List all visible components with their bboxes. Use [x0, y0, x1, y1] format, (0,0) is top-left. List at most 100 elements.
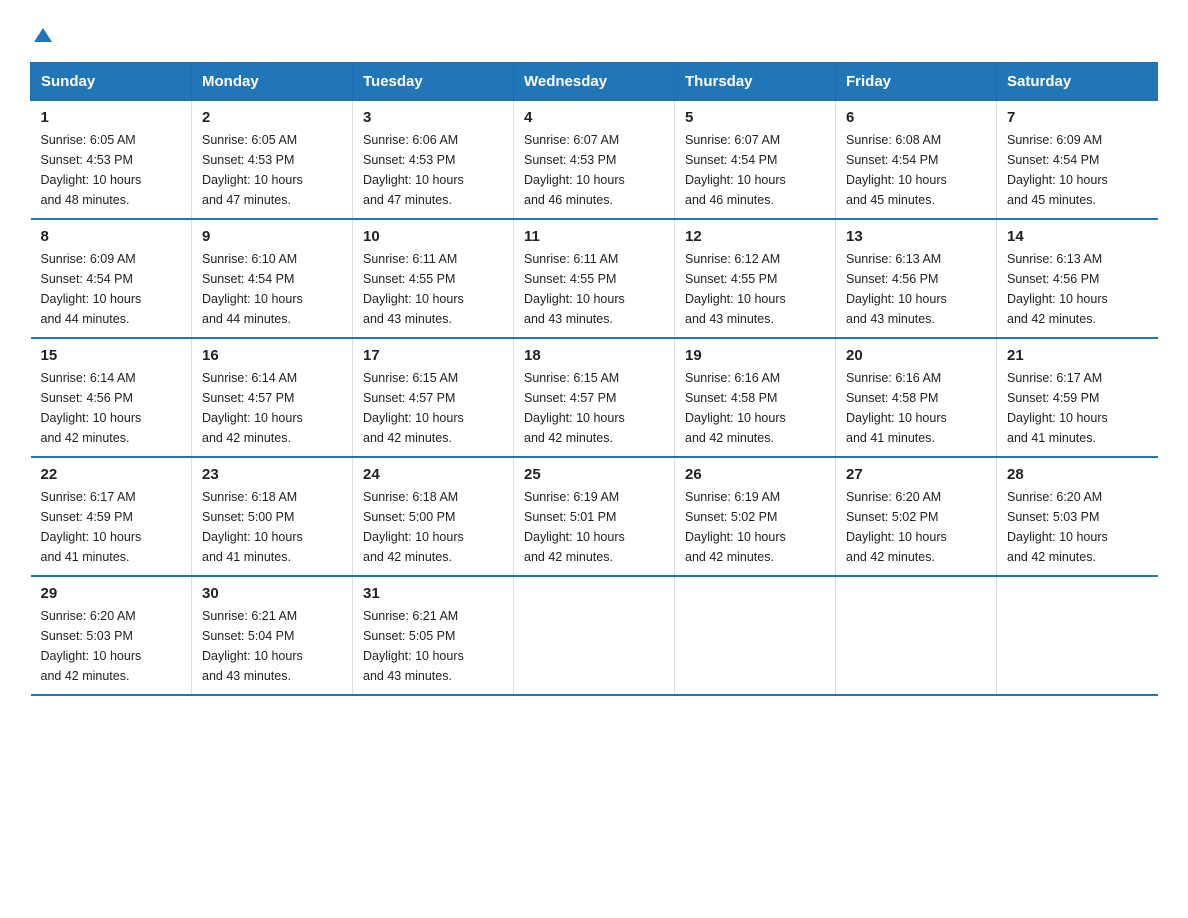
day-info: Sunrise: 6:15 AMSunset: 4:57 PMDaylight:… — [363, 368, 503, 448]
calendar-cell: 25 Sunrise: 6:19 AMSunset: 5:01 PMDayligh… — [514, 457, 675, 576]
day-info: Sunrise: 6:09 AMSunset: 4:54 PMDaylight:… — [1007, 130, 1148, 210]
calendar-week-row: 1 Sunrise: 6:05 AMSunset: 4:53 PMDaylight… — [31, 101, 1158, 220]
day-info: Sunrise: 6:05 AMSunset: 4:53 PMDaylight:… — [41, 130, 182, 210]
day-info: Sunrise: 6:14 AMSunset: 4:57 PMDaylight:… — [202, 368, 342, 448]
day-number: 2 — [202, 109, 342, 126]
day-info: Sunrise: 6:13 AMSunset: 4:56 PMDaylight:… — [846, 249, 986, 329]
logo — [30, 24, 54, 46]
calendar-cell — [675, 576, 836, 695]
calendar-cell: 20 Sunrise: 6:16 AMSunset: 4:58 PMDayligh… — [836, 338, 997, 457]
weekday-header-friday: Friday — [836, 63, 997, 101]
day-number: 23 — [202, 466, 342, 483]
weekday-header-saturday: Saturday — [997, 63, 1158, 101]
calendar-table: SundayMondayTuesdayWednesdayThursdayFrid… — [30, 62, 1158, 696]
calendar-cell: 10 Sunrise: 6:11 AMSunset: 4:55 PMDayligh… — [353, 219, 514, 338]
day-number: 27 — [846, 466, 986, 483]
day-number: 29 — [41, 585, 182, 602]
day-number: 5 — [685, 109, 825, 126]
weekday-header-monday: Monday — [192, 63, 353, 101]
day-info: Sunrise: 6:17 AMSunset: 4:59 PMDaylight:… — [1007, 368, 1148, 448]
day-number: 18 — [524, 347, 664, 364]
day-number: 20 — [846, 347, 986, 364]
day-info: Sunrise: 6:15 AMSunset: 4:57 PMDaylight:… — [524, 368, 664, 448]
calendar-cell: 29Sunrise: 6:20 AMSunset: 5:03 PMDayligh… — [31, 576, 192, 695]
day-info: Sunrise: 6:19 AMSunset: 5:01 PMDaylight:… — [524, 487, 664, 567]
calendar-cell: 11 Sunrise: 6:11 AMSunset: 4:55 PMDayligh… — [514, 219, 675, 338]
calendar-cell: 26 Sunrise: 6:19 AMSunset: 5:02 PMDayligh… — [675, 457, 836, 576]
day-number: 26 — [685, 466, 825, 483]
weekday-header-thursday: Thursday — [675, 63, 836, 101]
day-number: 13 — [846, 228, 986, 245]
weekday-header-row: SundayMondayTuesdayWednesdayThursdayFrid… — [31, 63, 1158, 101]
day-number: 9 — [202, 228, 342, 245]
weekday-header-wednesday: Wednesday — [514, 63, 675, 101]
day-info: Sunrise: 6:10 AMSunset: 4:54 PMDaylight:… — [202, 249, 342, 329]
calendar-cell: 22Sunrise: 6:17 AMSunset: 4:59 PMDayligh… — [31, 457, 192, 576]
day-info: Sunrise: 6:12 AMSunset: 4:55 PMDaylight:… — [685, 249, 825, 329]
day-number: 30 — [202, 585, 342, 602]
calendar-cell: 21 Sunrise: 6:17 AMSunset: 4:59 PMDayligh… — [997, 338, 1158, 457]
calendar-cell: 5 Sunrise: 6:07 AMSunset: 4:54 PMDaylight… — [675, 101, 836, 220]
logo-triangle-icon — [32, 24, 54, 46]
calendar-cell: 17 Sunrise: 6:15 AMSunset: 4:57 PMDayligh… — [353, 338, 514, 457]
day-number: 6 — [846, 109, 986, 126]
weekday-header-sunday: Sunday — [31, 63, 192, 101]
day-info: Sunrise: 6:07 AMSunset: 4:54 PMDaylight:… — [685, 130, 825, 210]
day-info: Sunrise: 6:11 AMSunset: 4:55 PMDaylight:… — [363, 249, 503, 329]
day-info: Sunrise: 6:17 AMSunset: 4:59 PMDaylight:… — [41, 487, 182, 567]
calendar-cell — [836, 576, 997, 695]
day-number: 28 — [1007, 466, 1148, 483]
calendar-cell: 3 Sunrise: 6:06 AMSunset: 4:53 PMDaylight… — [353, 101, 514, 220]
day-info: Sunrise: 6:08 AMSunset: 4:54 PMDaylight:… — [846, 130, 986, 210]
day-number: 7 — [1007, 109, 1148, 126]
calendar-cell: 9 Sunrise: 6:10 AMSunset: 4:54 PMDaylight… — [192, 219, 353, 338]
day-number: 11 — [524, 228, 664, 245]
calendar-cell: 8 Sunrise: 6:09 AMSunset: 4:54 PMDaylight… — [31, 219, 192, 338]
day-info: Sunrise: 6:13 AMSunset: 4:56 PMDaylight:… — [1007, 249, 1148, 329]
day-info: Sunrise: 6:09 AMSunset: 4:54 PMDaylight:… — [41, 249, 182, 329]
day-info: Sunrise: 6:11 AMSunset: 4:55 PMDaylight:… — [524, 249, 664, 329]
day-number: 8 — [41, 228, 182, 245]
day-number: 12 — [685, 228, 825, 245]
calendar-cell: 1 Sunrise: 6:05 AMSunset: 4:53 PMDaylight… — [31, 101, 192, 220]
day-info: Sunrise: 6:18 AMSunset: 5:00 PMDaylight:… — [363, 487, 503, 567]
day-info: Sunrise: 6:20 AMSunset: 5:02 PMDaylight:… — [846, 487, 986, 567]
calendar-cell: 16 Sunrise: 6:14 AMSunset: 4:57 PMDayligh… — [192, 338, 353, 457]
day-info: Sunrise: 6:19 AMSunset: 5:02 PMDaylight:… — [685, 487, 825, 567]
day-number: 15 — [41, 347, 182, 364]
day-number: 10 — [363, 228, 503, 245]
calendar-week-row: 22Sunrise: 6:17 AMSunset: 4:59 PMDayligh… — [31, 457, 1158, 576]
day-number: 16 — [202, 347, 342, 364]
calendar-cell: 15 Sunrise: 6:14 AMSunset: 4:56 PMDayligh… — [31, 338, 192, 457]
day-number: 17 — [363, 347, 503, 364]
calendar-cell: 12 Sunrise: 6:12 AMSunset: 4:55 PMDayligh… — [675, 219, 836, 338]
day-number: 3 — [363, 109, 503, 126]
calendar-cell: 13 Sunrise: 6:13 AMSunset: 4:56 PMDayligh… — [836, 219, 997, 338]
calendar-cell — [997, 576, 1158, 695]
day-number: 21 — [1007, 347, 1148, 364]
calendar-cell: 23 Sunrise: 6:18 AMSunset: 5:00 PMDayligh… — [192, 457, 353, 576]
day-number: 14 — [1007, 228, 1148, 245]
day-info: Sunrise: 6:16 AMSunset: 4:58 PMDaylight:… — [846, 368, 986, 448]
weekday-header-tuesday: Tuesday — [353, 63, 514, 101]
day-number: 4 — [524, 109, 664, 126]
calendar-cell: 27 Sunrise: 6:20 AMSunset: 5:02 PMDayligh… — [836, 457, 997, 576]
calendar-cell: 30 Sunrise: 6:21 AMSunset: 5:04 PMDayligh… — [192, 576, 353, 695]
day-info: Sunrise: 6:21 AMSunset: 5:04 PMDaylight:… — [202, 606, 342, 686]
day-info: Sunrise: 6:14 AMSunset: 4:56 PMDaylight:… — [41, 368, 182, 448]
day-number: 1 — [41, 109, 182, 126]
day-info: Sunrise: 6:05 AMSunset: 4:53 PMDaylight:… — [202, 130, 342, 210]
calendar-cell: 7 Sunrise: 6:09 AMSunset: 4:54 PMDaylight… — [997, 101, 1158, 220]
calendar-cell: 28Sunrise: 6:20 AMSunset: 5:03 PMDayligh… — [997, 457, 1158, 576]
calendar-cell: 14 Sunrise: 6:13 AMSunset: 4:56 PMDayligh… — [997, 219, 1158, 338]
day-info: Sunrise: 6:06 AMSunset: 4:53 PMDaylight:… — [363, 130, 503, 210]
page-header — [30, 24, 1158, 46]
calendar-cell: 6 Sunrise: 6:08 AMSunset: 4:54 PMDaylight… — [836, 101, 997, 220]
calendar-cell: 18 Sunrise: 6:15 AMSunset: 4:57 PMDayligh… — [514, 338, 675, 457]
calendar-cell: 24Sunrise: 6:18 AMSunset: 5:00 PMDayligh… — [353, 457, 514, 576]
calendar-cell: 2 Sunrise: 6:05 AMSunset: 4:53 PMDaylight… — [192, 101, 353, 220]
day-number: 25 — [524, 466, 664, 483]
day-info: Sunrise: 6:18 AMSunset: 5:00 PMDaylight:… — [202, 487, 342, 567]
day-number: 19 — [685, 347, 825, 364]
day-info: Sunrise: 6:21 AMSunset: 5:05 PMDaylight:… — [363, 606, 503, 686]
